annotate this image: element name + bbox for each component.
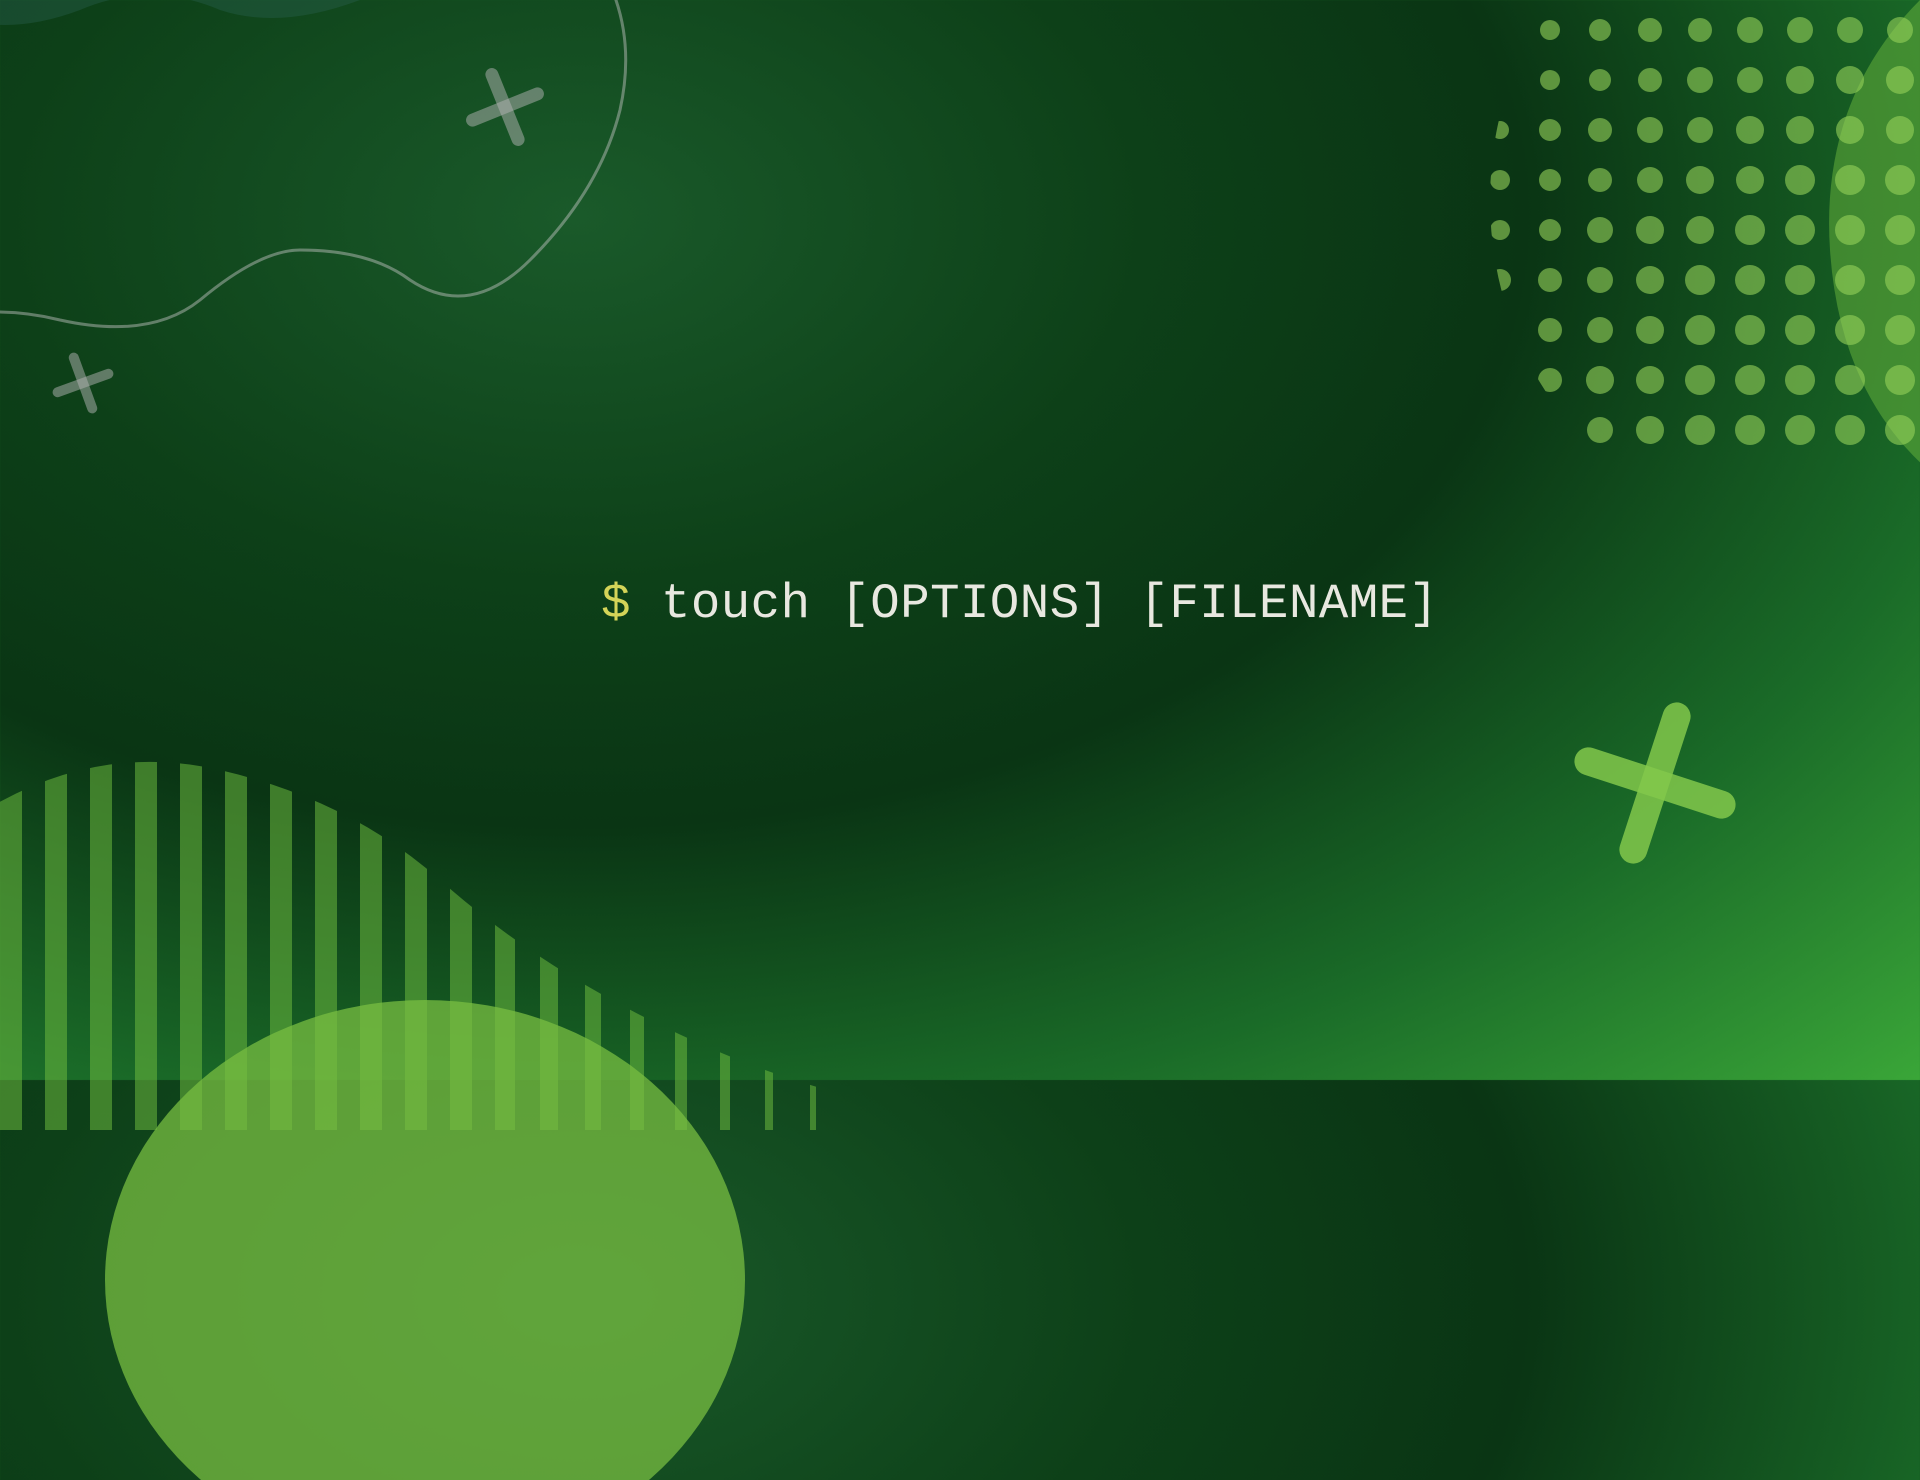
plus-icon	[460, 62, 550, 152]
command-display: $ touch [OPTIONS] [FILENAME]	[0, 520, 1920, 688]
plus-icon	[48, 348, 118, 418]
shell-command: touch [OPTIONS] [FILENAME]	[631, 576, 1438, 632]
wavy-line-icon	[0, 0, 800, 450]
blob-top-left-icon	[0, 0, 600, 400]
plus-icon	[1570, 698, 1740, 868]
blob-bottom-icon	[100, 880, 750, 1480]
halftone-dots-icon	[1420, 0, 1920, 600]
shell-prompt: $	[601, 576, 631, 632]
stripes-icon	[0, 680, 870, 1130]
command-text: $ touch [OPTIONS] [FILENAME]	[482, 520, 1439, 688]
